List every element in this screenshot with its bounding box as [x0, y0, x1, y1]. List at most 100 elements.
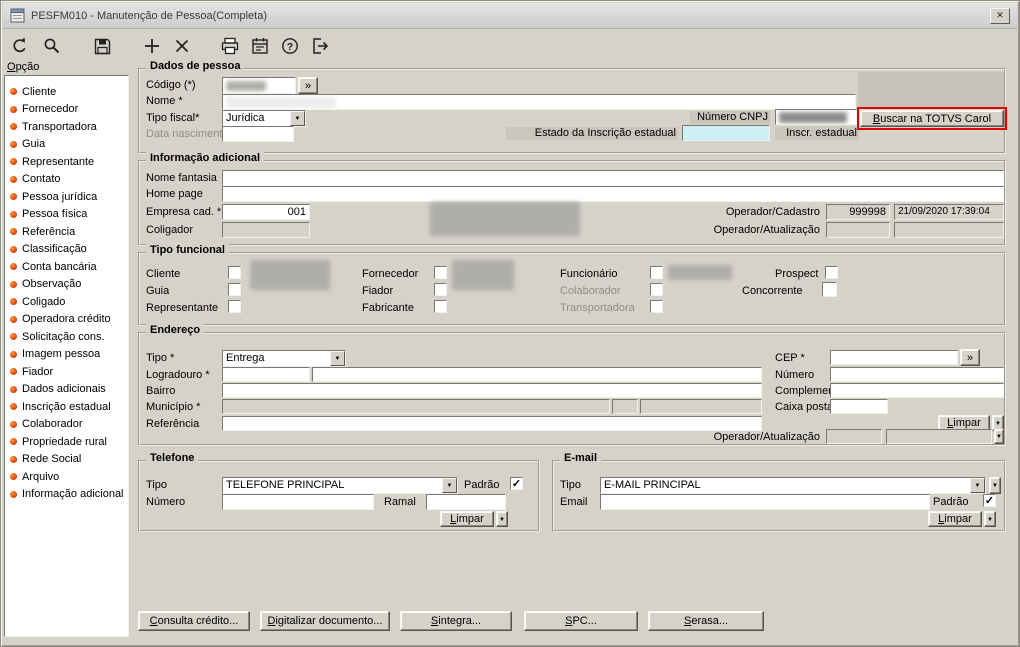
sidebar-item-guia[interactable]: Guia: [5, 136, 128, 154]
nome-field[interactable]: [222, 94, 856, 110]
sidebar-item-coligado[interactable]: Coligado: [5, 293, 128, 311]
buscar-totvs-carol-button[interactable]: Buscar na TOTVS Carol: [860, 110, 1004, 127]
telefone-tipo-select[interactable]: TELEFONE PRINCIPAL ▼: [222, 477, 458, 494]
telefone-numero-field[interactable]: [222, 494, 374, 510]
cliente-checkbox[interactable]: [228, 266, 241, 279]
sidebar-item-fiador[interactable]: Fiador: [5, 363, 128, 381]
sintegra-button[interactable]: Sintegra...: [400, 611, 512, 631]
chevron-down-icon[interactable]: ▼: [496, 511, 508, 527]
sidebar-item-fornecedor[interactable]: Fornecedor: [5, 101, 128, 119]
sidebar-item-classificacao[interactable]: Classificação: [5, 241, 128, 259]
digitalizar-documento-button[interactable]: Digitalizar documento...: [260, 611, 390, 631]
transportadora-checkbox[interactable]: [650, 300, 663, 313]
chevron-down-icon[interactable]: ▼: [970, 478, 985, 493]
sidebar-item-contato[interactable]: Contato: [5, 171, 128, 189]
fornecedor-checkbox[interactable]: [434, 266, 447, 279]
sidebar-item-solicitacao-cons[interactable]: Solicitação cons.: [5, 328, 128, 346]
sidebar-item-referencia[interactable]: Referência: [5, 223, 128, 241]
group-dados-pessoa: Dados de pessoa Código (*) » Nome * Tipo…: [138, 60, 1007, 154]
nome-fantasia-field[interactable]: [222, 170, 1004, 186]
coligador-field[interactable]: [222, 222, 310, 238]
sidebar-item-dados-adicionais[interactable]: Dados adicionais: [5, 381, 128, 399]
data-nascimento-field[interactable]: [222, 126, 294, 142]
bairro-field[interactable]: [222, 383, 762, 398]
caixa-postal-field[interactable]: [830, 399, 888, 414]
sidebar-item-informacao-adicional[interactable]: Informação adicional: [5, 486, 128, 504]
logradouro-tipo-field[interactable]: [222, 367, 310, 382]
agenda-icon[interactable]: [248, 34, 272, 58]
consulta-credito-button[interactable]: Consulta crédito...: [138, 611, 250, 631]
group-legend: E-mail: [560, 452, 602, 464]
sidebar-item-pessoa-fisica[interactable]: Pessoa física: [5, 206, 128, 224]
double-chevron-icon: »: [304, 79, 312, 92]
cep-field[interactable]: [830, 350, 958, 365]
search-icon[interactable]: [40, 34, 64, 58]
sidebar-item-propriedade-rural[interactable]: Propriedade rural: [5, 433, 128, 451]
estado-inscricao-field[interactable]: [682, 125, 770, 141]
delete-icon[interactable]: [170, 34, 194, 58]
fabricante-checkbox[interactable]: [434, 300, 447, 313]
codigo-field[interactable]: [222, 77, 296, 94]
sidebar-item-operadora-credito[interactable]: Operadora crédito: [5, 311, 128, 329]
guia-checkbox[interactable]: [228, 283, 241, 296]
numero-field[interactable]: [830, 367, 1004, 382]
sidebar-item-imagem-pessoa[interactable]: Imagem pessoa: [5, 346, 128, 364]
sidebar-item-observacao[interactable]: Observação: [5, 276, 128, 294]
save-icon[interactable]: [90, 34, 114, 58]
prospect-checkbox[interactable]: [825, 266, 838, 279]
email-limpar-button[interactable]: Limpar: [928, 511, 982, 527]
print-icon[interactable]: [218, 34, 242, 58]
chevron-down-icon[interactable]: ▼: [290, 111, 305, 126]
redacted-value: [452, 260, 514, 290]
sidebar-item-representante[interactable]: Representante: [5, 153, 128, 171]
complemento-field[interactable]: [830, 383, 1004, 398]
sidebar-item-transportadora[interactable]: Transportadora: [5, 118, 128, 136]
ramal-field[interactable]: [426, 494, 506, 510]
cep-lookup-button[interactable]: »: [960, 349, 980, 366]
group-telefone: Telefone Tipo TELEFONE PRINCIPAL ▼ Padrã…: [138, 452, 540, 532]
sidebar-item-colaborador[interactable]: Colaborador: [5, 416, 128, 434]
help-icon[interactable]: ?: [278, 34, 302, 58]
email-field[interactable]: [600, 494, 930, 510]
codigo-lookup-button[interactable]: »: [298, 77, 318, 94]
colaborador-checkbox[interactable]: [650, 283, 663, 296]
redacted-value: [779, 112, 847, 123]
exit-icon[interactable]: [308, 34, 332, 58]
home-page-field[interactable]: [222, 186, 1004, 202]
sidebar-item-pessoa-juridica[interactable]: Pessoa jurídica: [5, 188, 128, 206]
sidebar-item-inscricao-estadual[interactable]: Inscrição estadual: [5, 398, 128, 416]
email-tipo-select[interactable]: E-MAIL PRINCIPAL ▼: [600, 477, 986, 494]
sidebar-item-conta-bancaria[interactable]: Conta bancária: [5, 258, 128, 276]
chevron-down-icon[interactable]: ▼: [989, 477, 1001, 494]
button-label: Serasa...: [683, 615, 729, 627]
referencia-field[interactable]: [222, 416, 762, 431]
endereco-tipo-select[interactable]: Entrega ▼: [222, 350, 346, 367]
chevron-down-icon[interactable]: ▼: [994, 429, 1004, 444]
representante-checkbox[interactable]: [228, 300, 241, 313]
numero-cnpj-field[interactable]: [775, 109, 857, 125]
chevron-down-icon[interactable]: ▼: [984, 511, 996, 527]
spc-button[interactable]: SPC...: [524, 611, 638, 631]
municipio-label: Município *: [146, 401, 201, 413]
serasa-button[interactable]: Serasa...: [648, 611, 764, 631]
sidebar-item-arquivo[interactable]: Arquivo: [5, 468, 128, 486]
funcionario-checkbox[interactable]: [650, 266, 663, 279]
chevron-down-icon[interactable]: ▼: [442, 478, 457, 493]
add-icon[interactable]: [140, 34, 164, 58]
email-padrao-checkbox[interactable]: ✓: [983, 494, 996, 507]
representante-label: Representante: [146, 302, 219, 314]
tipo-fiscal-select[interactable]: Jurídica ▼: [222, 110, 306, 127]
undo-icon[interactable]: [8, 34, 32, 58]
fiador-checkbox[interactable]: [434, 283, 447, 296]
bullet-icon: [10, 210, 17, 218]
bullet-icon: [10, 315, 17, 323]
concorrente-checkbox[interactable]: [822, 282, 837, 297]
sidebar-item-cliente[interactable]: Cliente: [5, 83, 128, 101]
empresa-cad-field[interactable]: 001: [222, 204, 310, 220]
chevron-down-icon[interactable]: ▼: [330, 351, 345, 366]
close-button[interactable]: ✕: [990, 7, 1010, 24]
sidebar-item-rede-social[interactable]: Rede Social: [5, 451, 128, 469]
telefone-limpar-button[interactable]: Limpar: [440, 511, 494, 527]
telefone-padrao-checkbox[interactable]: ✓: [510, 477, 523, 490]
logradouro-field[interactable]: [312, 367, 762, 382]
